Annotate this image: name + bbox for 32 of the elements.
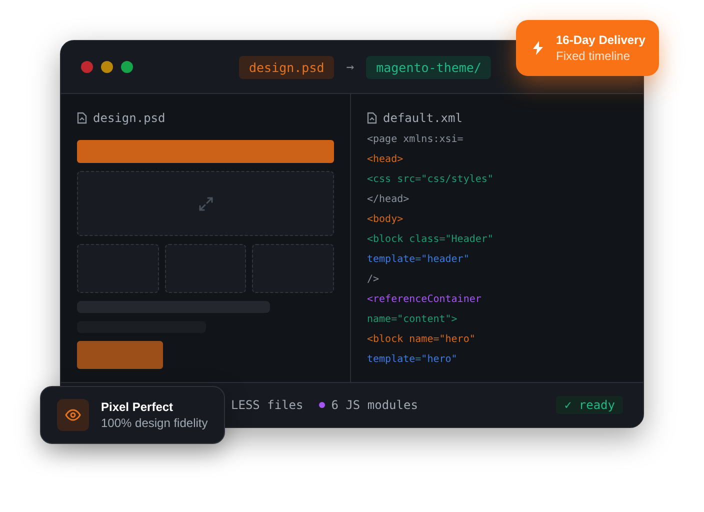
badge-subtitle: 100% design fidelity (101, 415, 208, 431)
code-line: template="header" (367, 253, 470, 267)
badge-title: Pixel Perfect (101, 399, 174, 415)
eye-icon (65, 409, 81, 421)
code-line: <page xmlns:xsi= (367, 133, 464, 147)
code-line: <body> (367, 213, 404, 227)
code-line: /> (367, 273, 380, 287)
window-control[interactable] (101, 61, 113, 73)
ready-status: ✓ ready (556, 396, 623, 414)
window-control[interactable] (121, 61, 133, 73)
file-icon (367, 112, 377, 124)
arrow-icon: → (346, 60, 354, 74)
target-folder-label: magento-theme/ (366, 56, 492, 78)
badge-subtitle: Fixed timeline (556, 48, 632, 64)
code-line: <css src="css/styles" (367, 173, 494, 187)
code-line: </head> (367, 193, 410, 207)
source-file-label: design.psd (239, 56, 334, 78)
lightning-icon (532, 41, 544, 55)
code-line: <referenceContainer (367, 293, 482, 307)
badge-title: 16-Day Delivery (556, 32, 646, 48)
expand-icon (198, 196, 214, 212)
file-count: LESS files (231, 398, 304, 412)
code-line: template="hero" (367, 353, 458, 367)
file-count: 6 JS modules (331, 398, 418, 412)
code-line: <block class="Header" (367, 233, 494, 247)
file-name: design.psd (93, 111, 166, 125)
window-control[interactable] (81, 61, 93, 73)
code-line: <block name="hero" (367, 333, 476, 347)
file-name: default.xml (383, 111, 462, 125)
file-icon (77, 112, 87, 124)
code-line: <head> (367, 153, 404, 167)
code-line: name="content"> (367, 313, 458, 327)
